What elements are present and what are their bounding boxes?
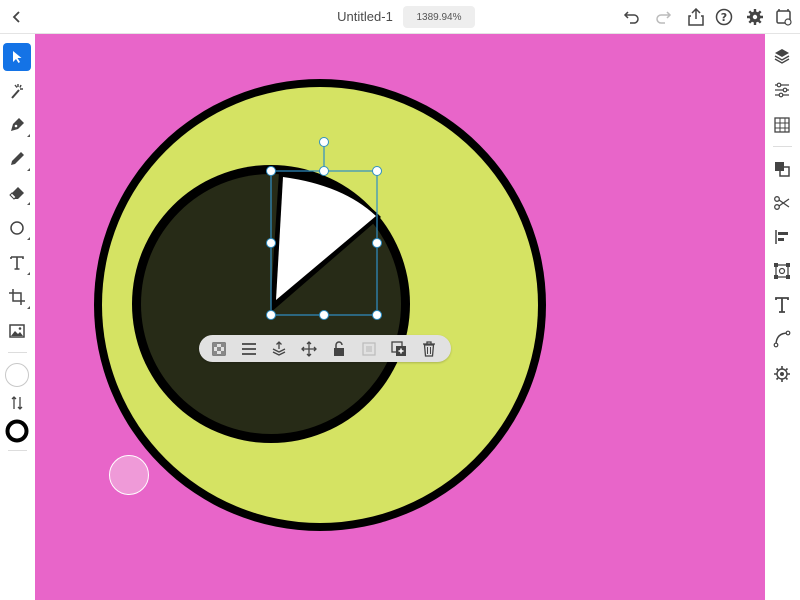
select-tool-icon[interactable] [3,43,31,71]
document-title[interactable]: Untitled-1 [330,9,400,24]
combine-shapes-icon[interactable] [768,155,796,183]
path-curve-icon[interactable] [768,325,796,353]
unlock-icon[interactable] [328,338,350,360]
type-tool-icon[interactable] [3,249,31,277]
eraser-tool-icon[interactable] [3,179,31,207]
transparency-icon[interactable] [208,338,230,360]
touch-shortcut-button[interactable] [109,455,149,495]
left-toolbar [0,34,35,600]
delete-trash-icon[interactable] [418,338,440,360]
share-icon[interactable] [684,5,708,29]
artboard-canvas[interactable] [35,34,765,600]
duplicate-icon[interactable] [388,338,410,360]
swatches-icon[interactable] [768,111,796,139]
redo-icon[interactable] [651,5,675,29]
settings-gear-icon[interactable] [743,5,767,29]
properties-sliders-icon[interactable] [768,76,796,104]
magic-touch-tool-icon[interactable] [3,77,31,105]
svg-text:?: ? [721,11,727,24]
cloud-document-icon[interactable] [772,5,796,29]
place-image-tool-icon[interactable] [3,317,31,345]
scissors-cut-icon[interactable] [768,189,796,217]
pen-tool-icon[interactable] [3,111,31,139]
toolbar-divider [773,146,792,147]
toolbar-divider [8,352,27,353]
stroke-color-swatch[interactable] [3,417,31,445]
stroke-weight-icon[interactable] [238,338,260,360]
toolbar-divider [8,450,27,451]
right-toolbar [765,34,800,600]
shape-settings-gear-icon[interactable] [768,360,796,388]
help-icon[interactable]: ? [712,5,736,29]
zoom-level[interactable]: 1389.94% [403,6,475,28]
crop-tool-icon[interactable] [3,283,31,311]
align-icon[interactable] [768,223,796,251]
transform-icon[interactable] [768,257,796,285]
top-bar: Untitled-1 1389.94% ? [0,0,800,34]
pencil-tool-icon[interactable] [3,145,31,173]
swap-colors-icon[interactable] [3,389,31,417]
fill-color-swatch[interactable] [3,361,31,389]
undo-icon[interactable] [620,5,644,29]
move-icon[interactable] [298,338,320,360]
back-chevron-icon[interactable] [5,5,29,29]
arrange-layers-icon[interactable] [268,338,290,360]
ellipse-shape-tool-icon[interactable] [3,214,31,242]
paste-inside-icon[interactable] [358,338,380,360]
artwork [94,79,546,531]
layers-icon[interactable] [768,42,796,70]
type-panel-icon[interactable] [768,291,796,319]
contextual-taskbar [199,335,451,362]
